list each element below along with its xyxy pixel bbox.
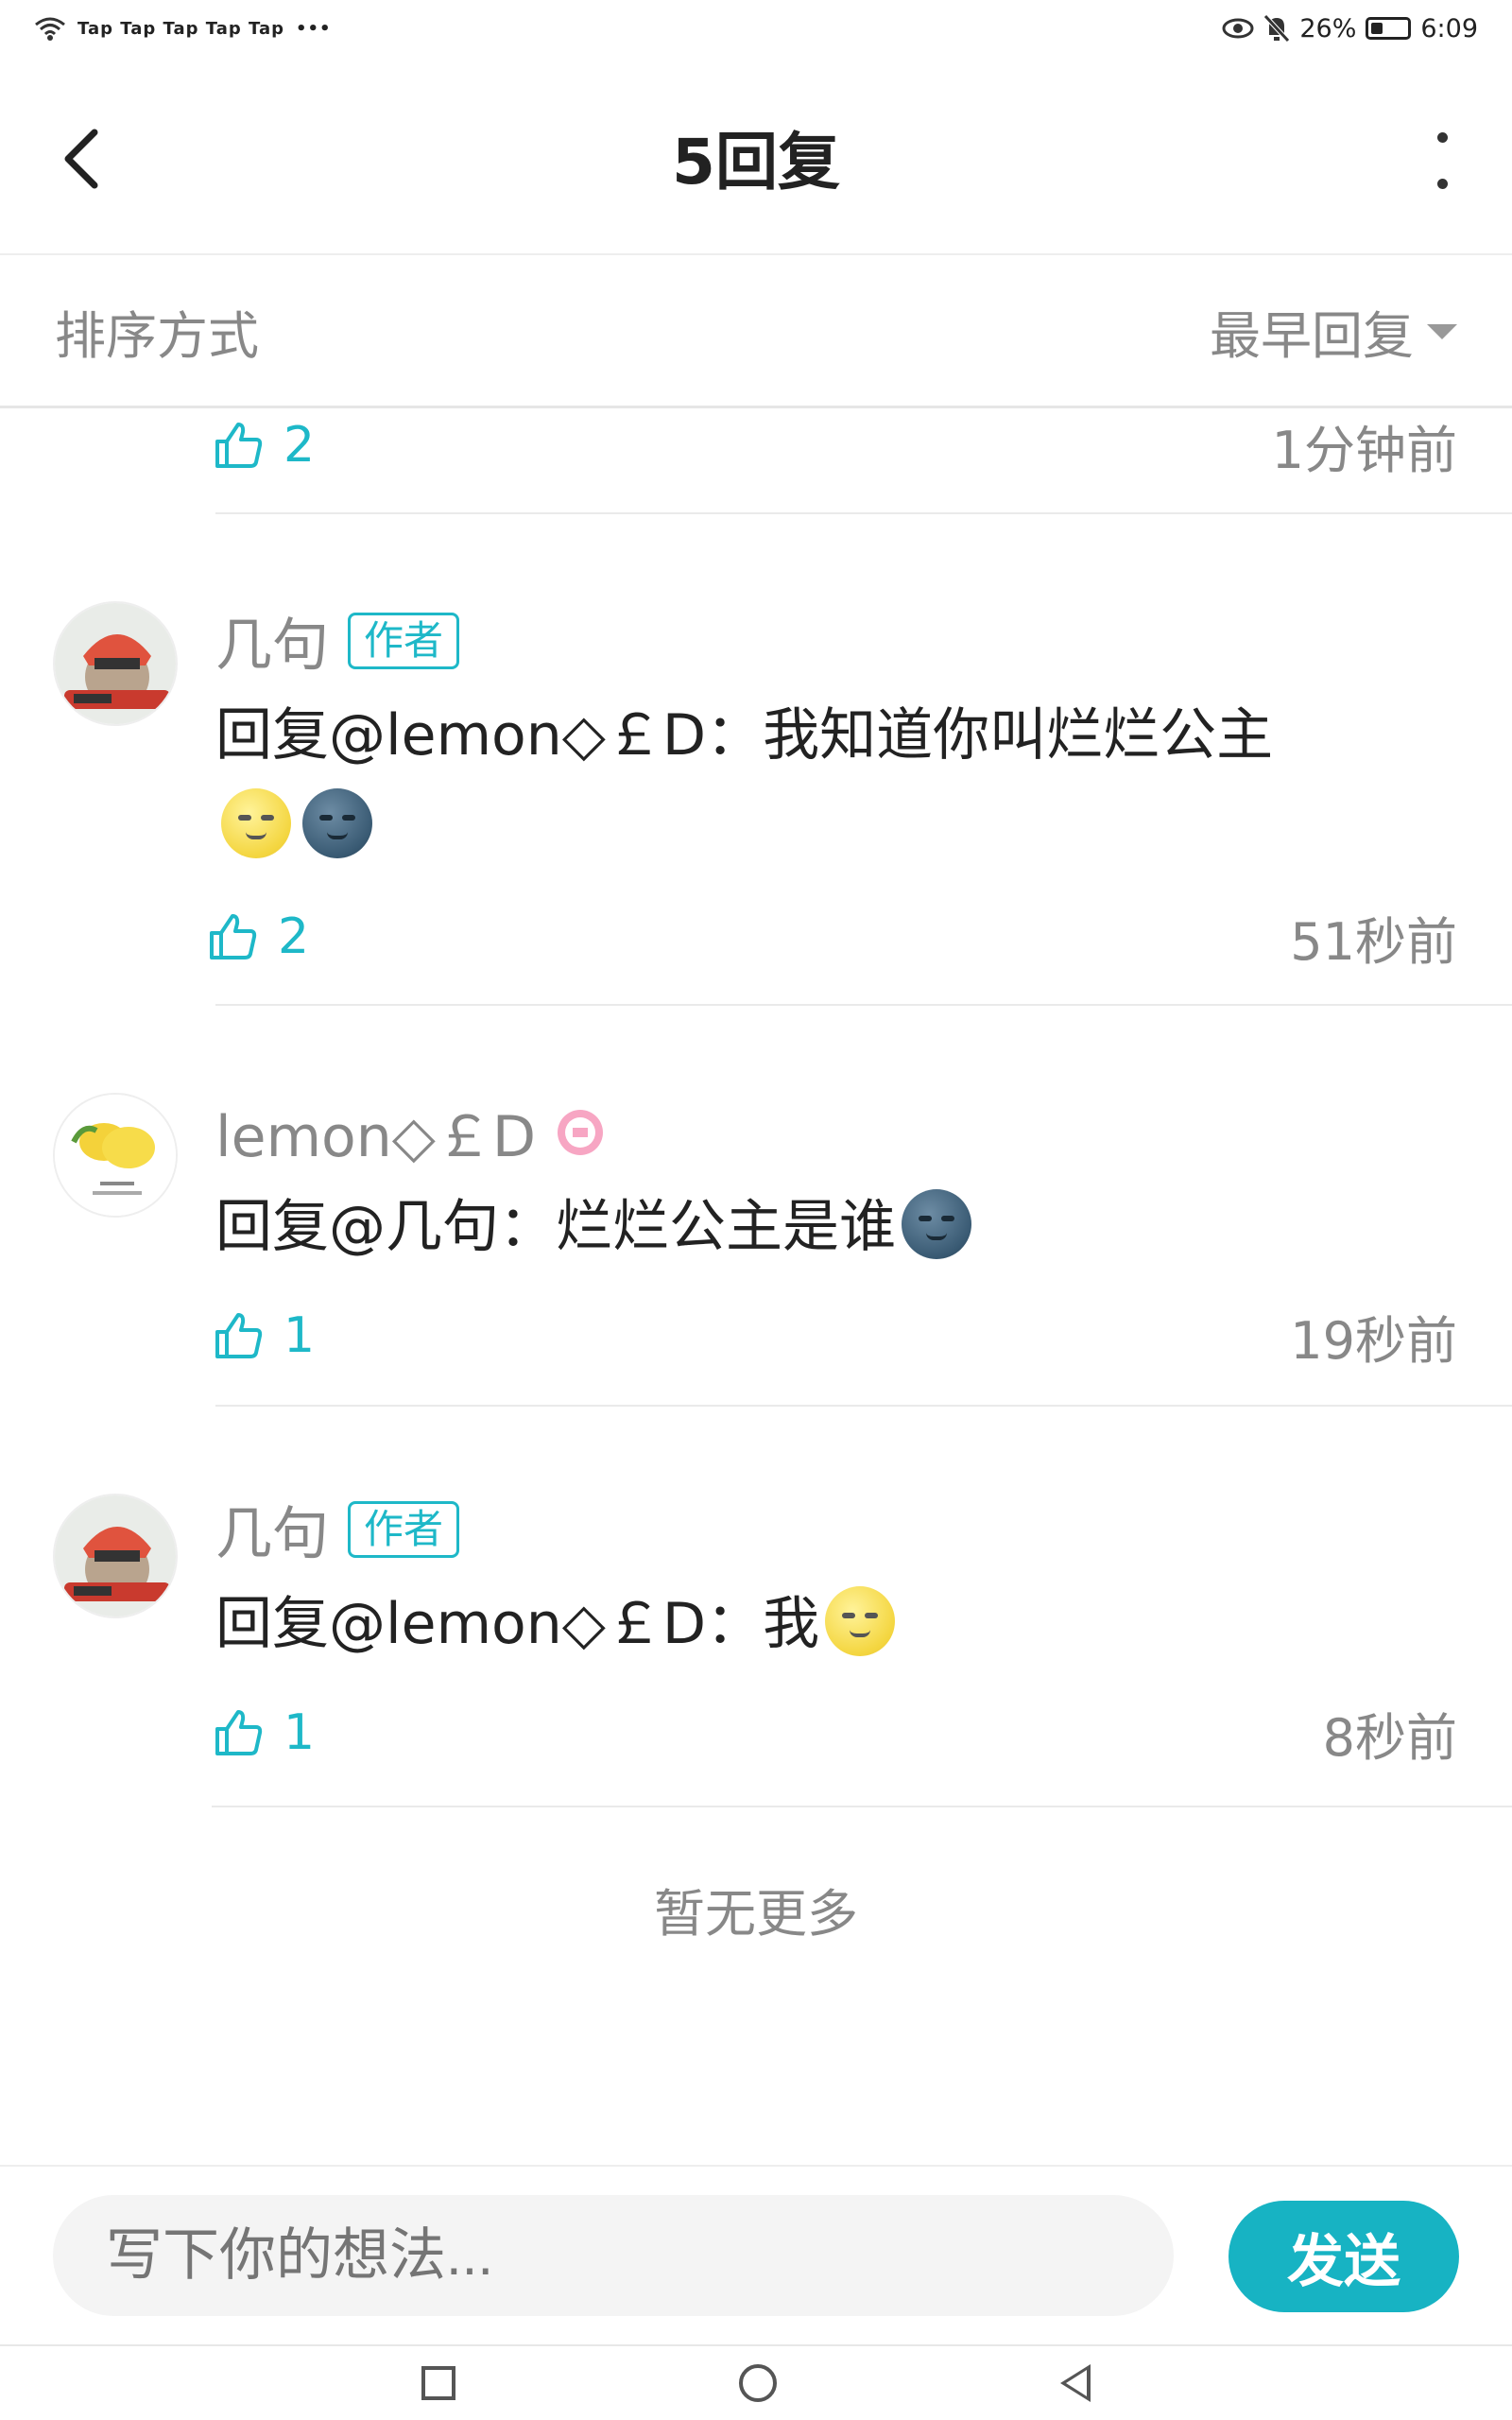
battery-percent: 26%: [1299, 13, 1357, 43]
more-options-button[interactable]: [1431, 132, 1453, 189]
bell-muted-icon: [1263, 14, 1291, 43]
comment-time: 1分钟前: [1271, 420, 1457, 480]
sort-bar: 排序方式 最早回复: [0, 257, 1512, 408]
comment-body: 回复@几句：烂烂公主是谁: [215, 1194, 896, 1260]
comment-meta: 1 19秒前: [212, 1303, 1457, 1371]
top-app-bar: 5回复: [0, 57, 1512, 255]
no-more-label: 暂无更多: [654, 1884, 858, 1944]
status-right: 26% 6:09: [1222, 14, 1478, 43]
sort-label: 排序方式: [55, 306, 259, 366]
send-button[interactable]: 发送: [1228, 2201, 1459, 2312]
thumbs-up-icon: [215, 423, 263, 468]
comment-time: 51秒前: [1290, 911, 1457, 972]
like-count: 2: [278, 908, 310, 965]
comment-meta: 1 8秒前: [212, 1700, 1457, 1768]
comment-text: 回复@几句：烂烂公主是谁: [215, 1182, 1436, 1272]
lemon-avatar-icon: [55, 1095, 176, 1216]
like-count: 1: [284, 1704, 316, 1761]
like-button[interactable]: 1: [212, 1704, 315, 1761]
comment-time: 19秒前: [1290, 1310, 1457, 1371]
home-button-icon[interactable]: [739, 2364, 777, 2402]
new-moon-face-emoji-icon: [302, 788, 372, 858]
eye-icon: [1222, 18, 1254, 39]
battery-icon: [1366, 17, 1412, 40]
sun-face-emoji-icon: [825, 1586, 896, 1656]
new-moon-face-emoji-icon: [902, 1189, 971, 1259]
divider: [215, 1405, 1512, 1407]
sort-value: 最早回复: [1210, 306, 1414, 366]
reply-input[interactable]: [53, 2195, 1174, 2316]
comment-time: 8秒前: [1322, 1707, 1457, 1768]
like-count: 1: [284, 1307, 316, 1364]
status-dots: •••: [296, 18, 332, 39]
comment-body: 回复@lemon◇￡D：我知道你叫烂烂公主: [215, 702, 1274, 769]
carrier-text: Tap Tap Tap Tap Tap: [77, 18, 285, 39]
caret-down-icon: [1427, 323, 1457, 339]
more-dot-icon: [1436, 132, 1448, 143]
thumbs-up-icon: [210, 914, 257, 959]
wifi-icon: [35, 17, 65, 41]
comment-text: 回复@lemon◇￡D：我知道你叫烂烂公主: [215, 690, 1436, 872]
year-badge-icon: [558, 1109, 604, 1155]
comment-author: lemon◇￡D: [215, 1091, 606, 1173]
reply-input-bar: 发送: [0, 2165, 1512, 2344]
author-name[interactable]: 几句: [215, 1488, 329, 1570]
author-badge: 作者: [348, 612, 460, 669]
like-button[interactable]: 2: [206, 908, 309, 965]
like-button[interactable]: 2: [212, 417, 315, 474]
avatar[interactable]: [53, 1093, 178, 1218]
status-bar: Tap Tap Tap Tap Tap ••• 26% 6:09: [0, 0, 1512, 57]
avatar[interactable]: [53, 1494, 178, 1618]
cat-helmet-avatar-icon: [55, 1495, 176, 1616]
recents-button-icon[interactable]: [421, 2366, 455, 2400]
sun-face-emoji-icon: [221, 788, 291, 858]
author-name[interactable]: 几句: [215, 599, 329, 682]
author-name[interactable]: lemon◇￡D: [215, 1091, 536, 1173]
clock: 6:09: [1420, 13, 1478, 43]
reply-page: Tap Tap Tap Tap Tap ••• 26% 6:09 5回复 排序方…: [0, 0, 1512, 2420]
comment-author: 几句 作者: [215, 1488, 460, 1570]
like-count: 2: [284, 417, 316, 474]
cat-helmet-avatar-icon: [55, 603, 176, 724]
thumbs-up-icon: [215, 1313, 263, 1358]
status-left: Tap Tap Tap Tap Tap •••: [34, 15, 332, 42]
back-triangle-icon[interactable]: [1060, 2364, 1091, 2402]
author-badge: 作者: [348, 1500, 460, 1558]
comment-text: 回复@lemon◇￡D：我: [215, 1579, 1436, 1669]
avatar[interactable]: [53, 601, 178, 726]
more-dot-icon: [1436, 179, 1448, 189]
divider: [215, 1004, 1512, 1006]
page-title: 5回复: [672, 126, 840, 199]
comment-meta: 2 51秒前: [206, 904, 1457, 972]
comment-author: 几句 作者: [215, 599, 460, 682]
comment-body: 回复@lemon◇￡D：我: [215, 1591, 820, 1657]
divider: [215, 512, 1512, 514]
like-button[interactable]: 1: [212, 1307, 315, 1364]
previous-comment-meta: 2 1分钟前: [212, 412, 1457, 480]
divider: [212, 1806, 1512, 1807]
system-nav-bar: [0, 2344, 1512, 2420]
thumbs-up-icon: [215, 1710, 263, 1755]
sort-dropdown[interactable]: 最早回复: [1210, 294, 1457, 369]
